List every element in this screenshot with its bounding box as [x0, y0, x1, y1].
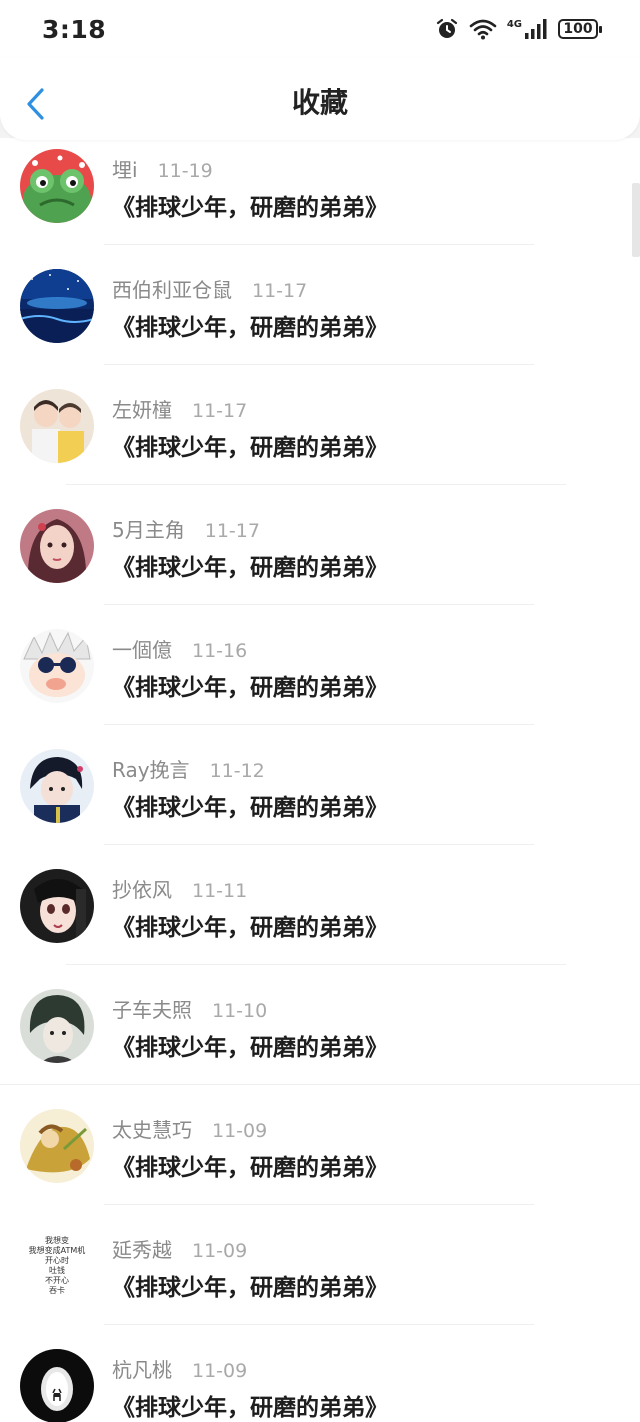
list-item[interactable]: 左妍橦 11-17 《排球少年，研磨的弟弟》: [0, 378, 640, 498]
divider: [104, 1324, 534, 1325]
username[interactable]: 延秀越: [112, 1234, 172, 1263]
date: 11-09: [192, 1360, 248, 1382]
username[interactable]: 5月主角: [112, 514, 185, 543]
avatar[interactable]: [20, 989, 94, 1063]
username[interactable]: Ray挽言: [112, 754, 190, 783]
date: 11-12: [209, 760, 265, 782]
list-item[interactable]: Ray挽言 11-12 《排球少年，研磨的弟弟》: [0, 738, 640, 858]
item-title[interactable]: 《排球少年，研磨的弟弟》: [112, 1268, 388, 1302]
page-title: 收藏: [291, 86, 348, 119]
night-sea-avatar-image: [20, 269, 94, 343]
item-title[interactable]: 《排球少年，研磨的弟弟》: [112, 308, 388, 342]
avatar[interactable]: 我想变 我想变成ATM机 开心时 吐钱 不开心 吞卡: [20, 1229, 94, 1303]
avatar[interactable]: [20, 1349, 94, 1422]
list-item[interactable]: 5月主角 11-17 《排球少年，研磨的弟弟》: [0, 498, 640, 618]
avatar[interactable]: [20, 629, 94, 703]
date: 11-17: [204, 520, 260, 542]
item-title[interactable]: 《排球少年，研磨的弟弟》: [112, 1148, 388, 1182]
avatar[interactable]: [20, 749, 94, 823]
sketch-character-avatar-image: [20, 989, 94, 1063]
date: 11-11: [192, 880, 248, 902]
username[interactable]: 太史慧巧: [112, 1114, 192, 1143]
item-title[interactable]: 《排球少年，研磨的弟弟》: [112, 1028, 388, 1062]
avatar[interactable]: [20, 869, 94, 943]
divider: [66, 484, 566, 485]
alarm-icon: [436, 18, 457, 38]
golden-warrior-avatar-image: [20, 1109, 94, 1183]
username[interactable]: 一個億: [112, 634, 172, 663]
avatar[interactable]: [20, 509, 94, 583]
list-item[interactable]: 埋i 11-19 《排球少年，研磨的弟弟》: [0, 138, 640, 258]
divider: [104, 244, 534, 245]
list-item[interactable]: 我想变 我想变成ATM机 开心时 吐钱 不开心 吞卡 延秀越 11-09 《排球…: [0, 1218, 640, 1338]
anime-girl-avatar-image: [20, 869, 94, 943]
item-title[interactable]: 《排球少年，研磨的弟弟》: [112, 428, 388, 462]
divider: [0, 1084, 640, 1085]
status-icons: 4G 100: [435, 17, 602, 41]
username[interactable]: 西伯利亚仓鼠: [112, 274, 232, 303]
wifi-icon: [469, 19, 497, 40]
date: 11-09: [192, 1240, 248, 1262]
list-item[interactable]: 子车夫照 11-10 《排球少年，研磨的弟弟》: [0, 978, 640, 1098]
favorites-list[interactable]: 埋i 11-19 《排球少年，研磨的弟弟》 西伯利亚仓鼠 11-17 《排球少年…: [0, 138, 640, 1422]
username[interactable]: 埋i: [112, 154, 138, 183]
divider: [104, 364, 534, 365]
network-type: 4G: [506, 19, 522, 30]
battery-level: 100: [563, 21, 593, 37]
list-item[interactable]: 太史慧巧 11-09 《排球少年，研磨的弟弟》: [0, 1098, 640, 1218]
item-title[interactable]: 《排球少年，研磨的弟弟》: [112, 908, 388, 942]
divider: [66, 964, 566, 965]
avatar[interactable]: [20, 149, 94, 223]
date: 11-16: [192, 640, 248, 662]
sunglasses-character-avatar-image: [20, 629, 94, 703]
two-people-avatar-image: [20, 389, 94, 463]
divider: [104, 604, 534, 605]
status-bar: 3:18 4G 100: [0, 0, 640, 58]
anime-boy-avatar-image: [20, 749, 94, 823]
divider: [104, 844, 534, 845]
date: 11-10: [212, 1000, 268, 1022]
signal-icon: [525, 19, 547, 39]
girl-portrait-avatar-image: [20, 509, 94, 583]
avatar[interactable]: [20, 1109, 94, 1183]
username[interactable]: 左妍橦: [112, 394, 172, 423]
date: 11-17: [192, 400, 248, 422]
nav-bar: 收藏: [0, 58, 640, 140]
list-item[interactable]: 西伯利亚仓鼠 11-17 《排球少年，研磨的弟弟》: [0, 258, 640, 378]
list-item[interactable]: 杭凡桃 11-09 《排球少年，研磨的弟弟》: [0, 1338, 640, 1422]
item-title[interactable]: 《排球少年，研磨的弟弟》: [112, 668, 388, 702]
item-title[interactable]: 《排球少年，研磨的弟弟》: [112, 788, 388, 822]
date: 11-19: [157, 160, 213, 182]
item-title[interactable]: 《排球少年，研磨的弟弟》: [112, 1388, 388, 1422]
item-title[interactable]: 《排球少年，研磨的弟弟》: [112, 188, 388, 222]
list-item[interactable]: 抄依风 11-11 《排球少年，研磨的弟弟》: [0, 858, 640, 978]
tunnel-deer-avatar-image: [20, 1349, 94, 1422]
avatar[interactable]: [20, 269, 94, 343]
item-title[interactable]: 《排球少年，研磨的弟弟》: [112, 548, 388, 582]
username[interactable]: 抄依风: [112, 874, 172, 903]
date: 11-09: [212, 1120, 268, 1142]
avatar-text: 我想变 我想变成ATM机 开心时 吐钱 不开心 吞卡: [28, 1236, 86, 1295]
divider: [104, 724, 534, 725]
status-time: 3:18: [42, 14, 107, 44]
frog-avatar-image: [20, 149, 94, 223]
divider: [104, 1204, 534, 1205]
username[interactable]: 子车夫照: [112, 994, 192, 1023]
battery-icon: 100: [558, 19, 602, 39]
avatar[interactable]: [20, 389, 94, 463]
list-item[interactable]: 一個億 11-16 《排球少年，研磨的弟弟》: [0, 618, 640, 738]
username[interactable]: 杭凡桃: [112, 1354, 172, 1383]
date: 11-17: [252, 280, 308, 302]
